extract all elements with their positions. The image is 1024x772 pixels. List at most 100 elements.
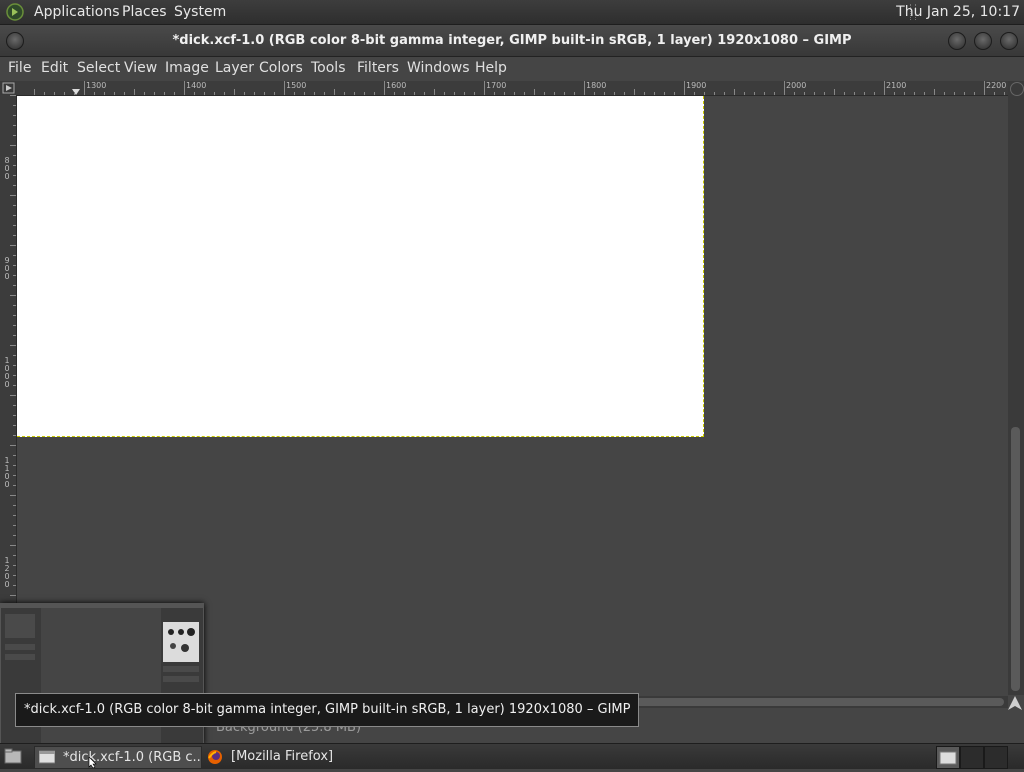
ruler-minor-tick xyxy=(13,135,16,136)
ruler-minor-tick xyxy=(324,92,325,95)
workspace-3[interactable] xyxy=(984,746,1008,769)
menu-select[interactable]: Select xyxy=(77,57,120,79)
ruler-minor-tick xyxy=(13,385,16,386)
ruler-label: 2200 xyxy=(986,81,1007,90)
ruler-minor-tick xyxy=(134,89,135,95)
menu-filters[interactable]: Filters xyxy=(357,57,399,79)
ruler-minor-tick xyxy=(404,92,405,95)
menu-view[interactable]: View xyxy=(124,57,157,79)
image-canvas[interactable] xyxy=(17,96,704,437)
menubar: File Edit Select View Image Layer Colors… xyxy=(0,57,1024,80)
ruler-tick xyxy=(284,81,285,95)
ruler-minor-tick xyxy=(994,92,995,95)
ruler-minor-tick xyxy=(10,245,16,246)
clock[interactable]: Thu Jan 25, 10:17 xyxy=(896,0,1020,24)
minimize-button[interactable] xyxy=(948,32,966,50)
ruler-minor-tick xyxy=(10,395,16,396)
ruler-label: 800 xyxy=(4,156,10,181)
ruler-label: 2000 xyxy=(786,81,807,90)
ruler-minor-tick xyxy=(13,285,16,286)
ruler-minor-tick xyxy=(764,92,765,95)
ruler-minor-tick xyxy=(604,92,605,95)
zoom-image-icon[interactable] xyxy=(1010,82,1024,96)
ruler-minor-tick xyxy=(704,92,705,95)
horizontal-ruler[interactable]: 1300 1400 1500 1600 1700 1800 1900 2000 … xyxy=(16,81,1008,96)
window-tooltip: *dick.xcf-1.0 (RGB color 8-bit gamma int… xyxy=(15,693,640,727)
show-desktop-icon[interactable] xyxy=(4,748,22,764)
ruler-minor-tick xyxy=(744,92,745,95)
ruler-minor-tick xyxy=(74,92,75,95)
ruler-minor-tick xyxy=(13,555,16,556)
ruler-minor-tick xyxy=(13,585,16,586)
ruler-minor-tick xyxy=(234,89,235,95)
menu-image[interactable]: Image xyxy=(165,57,209,79)
ruler-label: 1000 xyxy=(4,356,10,389)
menu-applications[interactable]: Applications xyxy=(34,0,120,24)
maximize-button[interactable] xyxy=(974,32,992,50)
ruler-minor-tick xyxy=(564,92,565,95)
ruler-minor-tick xyxy=(914,92,915,95)
menu-file[interactable]: File xyxy=(8,57,31,79)
ruler-minor-tick xyxy=(394,92,395,95)
ruler-minor-tick xyxy=(774,92,775,95)
ruler-label: 900 xyxy=(4,256,10,281)
window-title: *dick.xcf-1.0 (RGB color 8-bit gamma int… xyxy=(172,33,852,48)
ruler-minor-tick xyxy=(13,215,16,216)
ruler-minor-tick xyxy=(854,92,855,95)
quick-mask-toggle[interactable] xyxy=(0,81,17,95)
navigate-icon[interactable] xyxy=(1006,694,1024,712)
ruler-minor-tick xyxy=(13,335,16,336)
ruler-minor-tick xyxy=(494,92,495,95)
taskbar-item-firefox[interactable]: [Mozilla Firefox] xyxy=(204,746,370,767)
ruler-minor-tick xyxy=(894,92,895,95)
ruler-minor-tick xyxy=(13,375,16,376)
ruler-minor-tick xyxy=(13,265,16,266)
workspace-1[interactable] xyxy=(936,746,960,769)
ruler-minor-tick xyxy=(44,92,45,95)
ruler-minor-tick xyxy=(694,92,695,95)
ruler-minor-tick xyxy=(274,92,275,95)
ruler-minor-tick xyxy=(194,92,195,95)
menu-edit[interactable]: Edit xyxy=(41,57,68,79)
ruler-minor-tick xyxy=(714,92,715,95)
ruler-minor-tick xyxy=(354,92,355,95)
taskbar-item-gimp[interactable]: *dick.xcf-1.0 (RGB c... xyxy=(34,746,202,769)
ruler-minor-tick xyxy=(834,89,835,95)
ruler-minor-tick xyxy=(64,92,65,95)
menu-system[interactable]: System xyxy=(174,0,226,24)
ruler-minor-tick xyxy=(10,345,16,346)
ruler-minor-tick xyxy=(204,92,205,95)
ruler-minor-tick xyxy=(13,505,16,506)
menu-colors[interactable]: Colors xyxy=(259,57,303,79)
ruler-tick xyxy=(584,81,585,95)
ruler-label: 1700 xyxy=(486,81,507,90)
ruler-minor-tick xyxy=(944,92,945,95)
window-titlebar[interactable]: *dick.xcf-1.0 (RGB color 8-bit gamma int… xyxy=(0,25,1024,57)
menu-places[interactable]: Places xyxy=(122,0,167,24)
ruler-minor-tick xyxy=(13,305,16,306)
ruler-minor-tick xyxy=(424,92,425,95)
ruler-minor-tick xyxy=(154,92,155,95)
ruler-minor-tick xyxy=(814,92,815,95)
ruler-minor-tick xyxy=(794,92,795,95)
ruler-minor-tick xyxy=(414,92,415,95)
ruler-minor-tick xyxy=(904,92,905,95)
triangle-right-icon xyxy=(2,82,15,94)
workspace-2[interactable] xyxy=(960,746,984,769)
menu-layer[interactable]: Layer xyxy=(215,57,254,79)
ruler-minor-tick xyxy=(164,92,165,95)
close-button[interactable] xyxy=(1000,32,1018,50)
ruler-tick xyxy=(884,81,885,95)
menu-windows[interactable]: Windows xyxy=(407,57,470,79)
vertical-scrollbar-thumb[interactable] xyxy=(1011,427,1020,691)
vertical-scrollbar[interactable] xyxy=(1008,81,1024,695)
ruler-minor-tick xyxy=(13,475,16,476)
ruler-minor-tick xyxy=(10,545,16,546)
menu-help[interactable]: Help xyxy=(475,57,507,79)
ruler-minor-tick xyxy=(614,92,615,95)
ruler-minor-tick xyxy=(294,92,295,95)
ruler-minor-tick xyxy=(13,365,16,366)
menu-tools[interactable]: Tools xyxy=(311,57,346,79)
distro-logo-icon[interactable] xyxy=(6,3,24,21)
ruler-minor-tick xyxy=(724,92,725,95)
